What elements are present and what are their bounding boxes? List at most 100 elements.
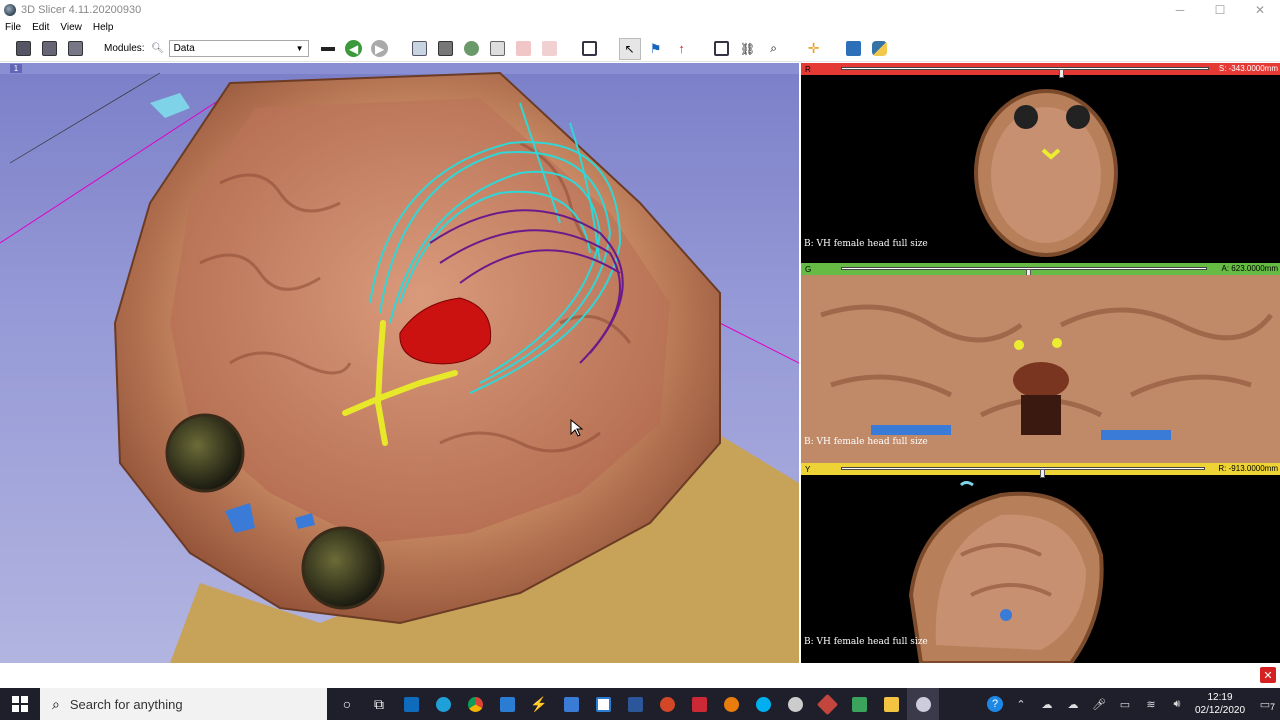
clock-date: 02/12/2020 — [1194, 705, 1246, 716]
green-slice-controller[interactable]: G A: 623.0000mm — [801, 263, 1280, 278]
save-data-icon[interactable] — [64, 38, 86, 60]
volume-icon[interactable]: 🔊︎ — [1164, 688, 1190, 720]
red-slice-controller[interactable]: R S: -343.0000mm — [801, 63, 1280, 78]
windows-logo-icon — [12, 696, 28, 712]
view-link-icon[interactable]: ⛓ — [737, 38, 759, 60]
word-icon[interactable] — [619, 688, 651, 720]
app-gray-icon[interactable] — [779, 688, 811, 720]
green-slice-volume-label: B: VH female head full size — [804, 437, 928, 447]
onedrive-icon[interactable]: ☁ — [1034, 688, 1060, 720]
python-console-icon[interactable] — [869, 38, 891, 60]
transform-placement-icon[interactable]: ↑ — [671, 38, 693, 60]
maximize-button[interactable]: ☐ — [1200, 0, 1240, 20]
app-lightning-icon[interactable]: ⚡ — [523, 688, 555, 720]
red-slice-slider[interactable] — [841, 67, 1209, 78]
green-slice-letter: G — [805, 264, 812, 274]
edge-icon[interactable] — [427, 688, 459, 720]
module-history-icon[interactable] — [317, 38, 339, 60]
models-module-icon[interactable] — [461, 38, 483, 60]
slicer-taskbar-icon[interactable] — [907, 688, 939, 720]
yellow-slice-controller[interactable]: Y R: -913.0000mm — [801, 463, 1280, 478]
main-toolbar: Modules: 🔍︎ Data ▼ ◀ ▶ ↖ ⚑ ↑ ⛓ ⌕ ✛ — [0, 36, 1280, 62]
data-module-icon[interactable] — [409, 38, 431, 60]
slicer-app-icon — [4, 4, 16, 16]
yellow-slice-view[interactable]: Y R: -913.0000mm B: VH female head full … — [801, 463, 1280, 663]
layout-icon[interactable] — [579, 38, 601, 60]
error-log-icon[interactable]: ✕ — [1260, 667, 1276, 683]
taskbar-clock[interactable]: 12:19 02/12/2020 — [1190, 691, 1250, 717]
crosshair-icon[interactable]: ✛ — [803, 38, 825, 60]
extension-manager-icon[interactable] — [843, 38, 865, 60]
back-arrow-icon[interactable]: ◀ — [343, 38, 365, 60]
module-selector[interactable]: Data ▼ — [168, 40, 309, 57]
3d-view[interactable]: 1 — [0, 63, 799, 663]
yellow-slice-offset: R: -913.0000mm — [1218, 464, 1278, 473]
menu-help[interactable]: Help — [93, 22, 114, 33]
windows-start-button[interactable] — [0, 688, 40, 720]
menu-file[interactable]: File — [5, 22, 21, 33]
cortana-icon[interactable]: ○ — [331, 688, 363, 720]
menu-edit[interactable]: Edit — [32, 22, 49, 33]
notification-center-icon[interactable]: ▭ 7 — [1250, 688, 1280, 720]
taskbar-search-box[interactable]: ⌕ Search for anything — [40, 688, 327, 720]
app-red-gem-icon[interactable] — [811, 688, 843, 720]
module-selector-value: Data — [173, 43, 195, 54]
powerpoint-icon[interactable] — [651, 688, 683, 720]
mouse-mode-icon[interactable]: ↖ — [618, 37, 641, 60]
app-green-hex-icon[interactable] — [843, 688, 875, 720]
search-icon: ⌕ — [52, 695, 60, 712]
zotero-icon[interactable] — [683, 688, 715, 720]
yellow-slice-slider[interactable] — [841, 467, 1205, 478]
sagittal-slice-image — [908, 481, 1104, 663]
cloud-icon[interactable]: ☁ — [1060, 688, 1086, 720]
window-controls: ─ ☐ ✕ — [1160, 0, 1280, 20]
green-slice-view[interactable]: G A: 623.0000mm B: VH female head full s… — [801, 263, 1280, 463]
battery-icon[interactable]: ▭ — [1112, 688, 1138, 720]
microphone-icon[interactable]: 🎤︎ — [1086, 688, 1112, 720]
axial-slice-image — [974, 89, 1118, 257]
coronal-slice-image — [801, 275, 1280, 463]
wifi-icon[interactable]: ≋ — [1138, 688, 1164, 720]
red-slice-letter: R — [805, 64, 811, 74]
minimize-button[interactable]: ─ — [1160, 0, 1200, 20]
file-explorer-icon[interactable] — [875, 688, 907, 720]
taskbar-search-placeholder: Search for anything — [69, 696, 183, 712]
markups-module-icon[interactable] — [513, 38, 535, 60]
green-slice-slider[interactable] — [841, 267, 1207, 278]
volumes-module-icon[interactable] — [435, 38, 457, 60]
close-button[interactable]: ✕ — [1240, 0, 1280, 20]
task-view-icon[interactable]: ⧉ — [363, 688, 395, 720]
chevron-up-icon[interactable]: ⌃ — [1008, 688, 1034, 720]
mail-icon[interactable] — [555, 688, 587, 720]
transforms-module-icon[interactable] — [487, 38, 509, 60]
segment-editor-icon[interactable] — [539, 38, 561, 60]
outlook-icon[interactable] — [395, 688, 427, 720]
load-data-icon[interactable] — [12, 38, 34, 60]
yellow-slice-letter: Y — [805, 464, 811, 474]
red-slice-view[interactable]: R S: -343.0000mm B: VH female head full … — [801, 63, 1280, 263]
skype-icon[interactable] — [747, 688, 779, 720]
mouse-cursor-icon — [570, 419, 584, 437]
title-bar: 3D Slicer 4.11.20200930 ─ ☐ ✕ — [0, 0, 1280, 20]
blender-icon[interactable] — [715, 688, 747, 720]
system-tray: ? ⌃ ☁ ☁ 🎤︎ ▭ ≋ 🔊︎ 12:19 02/12/2020 ▭ 7 — [982, 688, 1280, 720]
chrome-icon[interactable] — [459, 688, 491, 720]
menu-view[interactable]: View — [60, 22, 82, 33]
chevron-down-icon: ▼ — [295, 44, 304, 53]
red-slice-offset: S: -343.0000mm — [1218, 64, 1278, 73]
screenshot-icon[interactable] — [711, 38, 733, 60]
snipping-tool-icon[interactable] — [587, 688, 619, 720]
zoom-icon[interactable]: ⌕ — [763, 38, 785, 60]
help-icon[interactable]: ? — [982, 688, 1008, 720]
modules-label: Modules: — [104, 43, 145, 54]
3d-render — [0, 71, 799, 663]
store-icon[interactable] — [491, 688, 523, 720]
menu-bar: File Edit View Help — [0, 20, 1280, 34]
forward-arrow-icon[interactable]: ▶ — [369, 38, 391, 60]
place-markup-icon[interactable]: ⚑ — [645, 38, 667, 60]
window-title: 3D Slicer 4.11.20200930 — [21, 4, 142, 16]
module-search-icon[interactable]: 🔍︎ — [151, 38, 165, 60]
load-dicom-icon[interactable] — [38, 38, 60, 60]
green-slice-offset: A: 623.0000mm — [1221, 264, 1278, 273]
notification-count: 7 — [1269, 702, 1275, 712]
